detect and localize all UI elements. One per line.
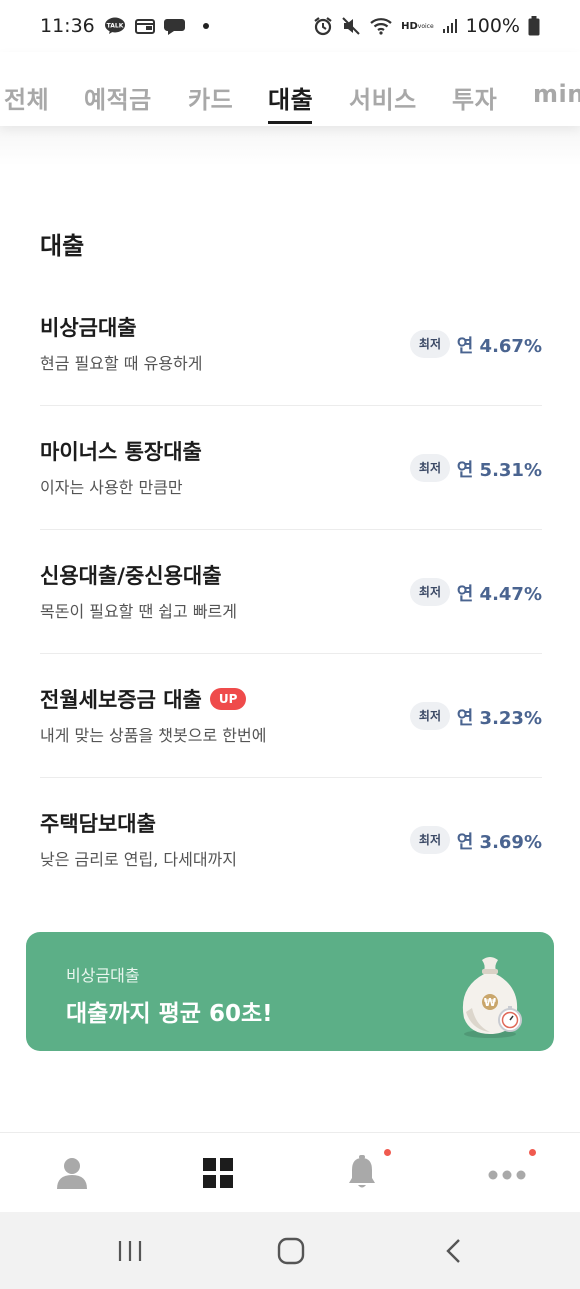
battery-icon xyxy=(528,16,540,36)
promo-banner[interactable]: 비상금대출 대출까지 평균 60초! ₩ xyxy=(26,932,554,1051)
loan-desc: 현금 필요할 때 유용하게 xyxy=(40,354,203,373)
section-title: 대출 xyxy=(40,232,85,260)
promo-title: 대출까지 평균 60초! xyxy=(66,1001,273,1027)
svg-text:TALK: TALK xyxy=(106,23,123,30)
tab-services[interactable]: 서비스 xyxy=(349,80,417,115)
bottom-navigation xyxy=(0,1132,580,1212)
loan-name: 신용대출/중신용대출 xyxy=(40,560,222,590)
promo-subtitle: 비상금대출 xyxy=(66,966,140,985)
loan-rate: 연 3.23% xyxy=(456,708,542,729)
person-icon xyxy=(56,1156,88,1194)
loan-item-mortgage[interactable]: 주택담보대출 낮은 금리로 연립, 다세대까지 최저 연 3.69% xyxy=(40,778,542,902)
back-button[interactable] xyxy=(434,1234,474,1268)
tab-deposits[interactable]: 예적금 xyxy=(84,80,152,115)
hd-voice-icon: HD voice xyxy=(401,20,434,32)
system-navigation-bar xyxy=(0,1212,580,1289)
more-dots-icon xyxy=(487,1166,527,1185)
loan-name-text: 전월세보증금 대출 xyxy=(40,688,202,712)
mute-icon xyxy=(341,16,361,36)
signal-icon xyxy=(442,18,458,34)
tab-all[interactable]: 전체 xyxy=(4,80,49,115)
loan-rate: 연 4.67% xyxy=(456,336,542,357)
lowest-badge: 최저 xyxy=(409,330,450,358)
nav-more[interactable] xyxy=(485,1155,529,1195)
lowest-badge: 최저 xyxy=(409,578,450,606)
lowest-badge: 최저 xyxy=(409,826,450,854)
category-tabs: 전체 예적금 카드 대출 서비스 투자 mini xyxy=(0,52,580,126)
status-bar: 11:36 TALK HD voice 100% xyxy=(0,0,580,52)
loan-item-credit[interactable]: 신용대출/중신용대출 목돈이 필요할 땐 쉽고 빠르게 최저 연 4.47% xyxy=(40,530,542,654)
tab-loans[interactable]: 대출 xyxy=(268,80,313,115)
money-bag-icon: ₩ xyxy=(456,954,526,1040)
tab-invest[interactable]: 투자 xyxy=(452,80,497,115)
loan-name: 비상금대출 xyxy=(40,312,137,342)
status-right: HD voice 100% xyxy=(313,15,540,37)
svg-text:₩: ₩ xyxy=(484,996,496,1009)
tab-card[interactable]: 카드 xyxy=(188,80,233,115)
nav-products[interactable] xyxy=(196,1155,240,1195)
kakaotalk-icon: TALK xyxy=(104,17,126,35)
loan-desc: 목돈이 필요할 땐 쉽고 빠르게 xyxy=(40,602,237,621)
alarm-icon xyxy=(313,16,333,36)
status-dot xyxy=(202,23,209,29)
loan-desc: 이자는 사용한 만큼만 xyxy=(40,478,183,497)
home-button[interactable] xyxy=(271,1234,311,1268)
recent-apps-button[interactable] xyxy=(110,1234,150,1268)
loan-name: 마이너스 통장대출 xyxy=(40,436,202,466)
wallet-icon xyxy=(134,18,155,34)
status-time: 11:36 xyxy=(40,15,95,37)
loan-name: 주택담보대출 xyxy=(40,808,156,838)
up-badge: UP xyxy=(209,688,247,710)
loan-desc: 내게 맞는 상품을 챗봇으로 한번에 xyxy=(40,726,267,745)
loan-item-minus-account[interactable]: 마이너스 통장대출 이자는 사용한 만큼만 최저 연 5.31% xyxy=(40,406,542,530)
loan-rate: 연 5.31% xyxy=(456,460,542,481)
bell-icon xyxy=(346,1155,378,1195)
loan-item-jeonse[interactable]: 전월세보증금 대출 UP 내게 맞는 상품을 챗봇으로 한번에 최저 연 3.2… xyxy=(40,654,542,778)
loan-list: 비상금대출 현금 필요할 때 유용하게 최저 연 4.67% 마이너스 통장대출… xyxy=(40,282,542,902)
loan-name-text: 비상금대출 xyxy=(40,316,137,340)
lowest-badge: 최저 xyxy=(409,454,450,482)
loan-name: 전월세보증금 대출 UP xyxy=(40,684,247,714)
nav-notifications[interactable] xyxy=(340,1155,384,1195)
battery-percent: 100% xyxy=(465,15,520,37)
chat-bubble-icon xyxy=(163,16,186,36)
wifi-icon xyxy=(369,17,393,35)
loan-desc: 낮은 금리로 연립, 다세대까지 xyxy=(40,850,237,869)
nav-profile[interactable] xyxy=(50,1155,94,1195)
content-top-fade xyxy=(0,126,580,166)
loan-item-emergency[interactable]: 비상금대출 현금 필요할 때 유용하게 최저 연 4.67% xyxy=(40,282,542,406)
status-left: 11:36 TALK xyxy=(40,15,209,37)
grid-icon xyxy=(202,1157,234,1193)
active-tab-indicator xyxy=(268,121,312,124)
notification-dot xyxy=(384,1149,391,1156)
notification-dot xyxy=(529,1149,536,1156)
loan-rate: 연 4.47% xyxy=(456,584,542,605)
lowest-badge: 최저 xyxy=(409,702,450,730)
loan-rate: 연 3.69% xyxy=(456,832,542,853)
loan-name-text: 마이너스 통장대출 xyxy=(40,440,202,464)
loan-name-text: 신용대출/중신용대출 xyxy=(40,564,222,588)
tab-mini[interactable]: mini xyxy=(533,80,580,108)
loan-name-text: 주택담보대출 xyxy=(40,812,156,836)
